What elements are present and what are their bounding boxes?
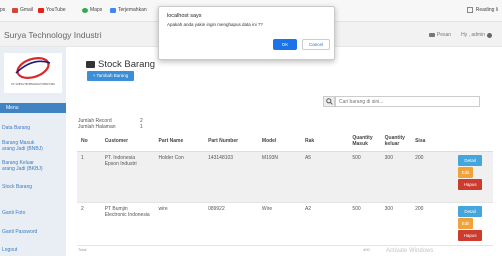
footer-total-value: 400 — [363, 247, 370, 252]
main-content: Stock Barang + Tambah Barang Jumlah Reco… — [66, 47, 502, 256]
col-customer: Customer — [100, 131, 155, 152]
sidebar: PT. SURYA TECHNOLOGY INDUSTRI Menu Data … — [0, 47, 66, 256]
sidebar-item-logout[interactable]: Logout — [0, 247, 66, 253]
detail-button[interactable]: Detail — [458, 205, 483, 217]
logo-text: PT. SURYA TECHNOLOGY INDUSTRI — [11, 83, 55, 86]
col-qty-out: Quantity keluar — [380, 131, 412, 152]
cell-qty-out: 300 — [380, 151, 412, 203]
gmail-icon — [12, 7, 18, 13]
cell-sisa: 200 — [411, 202, 455, 246]
bookmark-translate[interactable]: Terjemahkan — [110, 7, 147, 13]
page-title: Stock Barang — [86, 59, 155, 70]
col-sisa: Sisa — [411, 131, 455, 152]
brand-title[interactable]: Surya Technology Industri — [4, 30, 102, 40]
youtube-icon — [38, 7, 44, 13]
cell-qty-out: 300 — [380, 202, 412, 246]
sidebar-item-data-barang[interactable]: Data Barang — [0, 125, 66, 131]
bookmark-label: YouTube — [46, 7, 66, 13]
col-part-number: Part Number — [204, 131, 258, 152]
cell-part-number: 143148103 — [204, 151, 258, 203]
search-icon — [325, 98, 333, 105]
bookmark-apps[interactable]: ps — [0, 7, 5, 13]
col-part-name: Part Name — [154, 131, 205, 152]
sidebar-item-ganti-foto[interactable]: Ganti Foto — [0, 210, 66, 216]
user-menu[interactable]: Hy , admin — [461, 32, 492, 38]
messages-label: Pesan — [436, 32, 452, 38]
bookmark-gmail[interactable]: Gmail — [12, 7, 33, 13]
footer-total-label: Total — [78, 247, 87, 252]
page-count-value: 1 — [140, 123, 143, 130]
cell-actions: Detail Edit Hapus — [454, 202, 493, 246]
cell-part-name: wire — [154, 202, 205, 246]
bookmark-maps[interactable]: Maps — [82, 7, 102, 13]
cell-customer: PT. Indonesia Epson Industri — [100, 151, 155, 203]
col-actions — [454, 131, 493, 152]
bookmark-youtube[interactable]: YouTube — [38, 7, 66, 13]
sidebar-item-stock-barang[interactable]: Stock Barang — [0, 184, 66, 190]
add-item-button[interactable]: + Tambah Barang — [87, 71, 134, 81]
bookmark-label: Maps — [90, 7, 103, 13]
reading-list[interactable]: Reading li — [466, 7, 498, 13]
table-row: 1 PT. Indonesia Epson Industri Holder Co… — [77, 151, 493, 203]
stock-table: No Customer Part Name Part Number Model … — [77, 131, 493, 246]
dialog-message: Apakah anda yakin ingin menghapus data i… — [167, 22, 263, 27]
col-model: Model — [257, 131, 301, 152]
dialog-title: localhost says — [167, 13, 202, 19]
cell-part-number: 089922 — [204, 202, 258, 246]
cell-model: M193N — [257, 151, 301, 203]
cancel-button[interactable]: Cancel — [302, 39, 330, 50]
sidebar-item-barang-keluar-sub[interactable]: arang Jadi (BKBJ) — [0, 166, 66, 172]
user-greeting: Hy , admin — [461, 32, 485, 38]
mail-icon — [428, 33, 435, 37]
record-stats: Jumlah Record 2 Jumlah Halaman 1 — [78, 118, 143, 130]
cell-qty-in: 500 — [348, 202, 381, 246]
edit-button[interactable]: Edit — [458, 217, 474, 229]
table-row: 2 PT Bumjin Electronic Indonesia wire 08… — [77, 202, 493, 246]
reading-list-label: Reading li — [475, 7, 498, 13]
cell-qty-in: 500 — [348, 151, 381, 203]
edit-button[interactable]: Edit — [458, 166, 474, 178]
page-count-label: Jumlah Halaman — [78, 123, 116, 130]
cell-part-name: Holder Con — [154, 151, 205, 203]
menu-header: Menu — [0, 103, 66, 113]
logo-swoosh-icon — [15, 57, 51, 79]
translate-icon — [110, 7, 116, 13]
cell-sisa: 200 — [411, 151, 455, 203]
bookmark-label: ps — [0, 7, 6, 13]
col-qty-in: Quantity Masuk — [348, 131, 381, 152]
search-button[interactable] — [323, 96, 335, 107]
search-input[interactable] — [335, 96, 480, 107]
confirm-dialog: localhost says Apakah anda yakin ingin m… — [158, 6, 335, 60]
cell-model: Wire — [257, 202, 301, 246]
user-icon — [487, 32, 492, 38]
bookmark-label: Terjemahkan — [118, 7, 147, 13]
reading-list-icon — [466, 7, 473, 13]
cell-customer: PT Bumjin Electronic Indonesia — [100, 202, 155, 246]
box-icon — [86, 61, 95, 68]
cell-no: 2 — [77, 202, 101, 246]
activate-windows-watermark: Activate Windows — [386, 248, 434, 254]
bookmark-label: Gmail — [20, 7, 34, 13]
delete-button[interactable]: Hapus — [458, 229, 483, 241]
sidebar-item-barang-masuk-sub[interactable]: arang Jadi (BNBJ) — [0, 146, 66, 152]
detail-button[interactable]: Detail — [458, 154, 483, 166]
messages-link[interactable]: Pesan — [428, 32, 452, 38]
cell-rak: A2 — [300, 202, 349, 246]
company-logo: PT. SURYA TECHNOLOGY INDUSTRI — [4, 53, 62, 93]
ok-button[interactable]: OK — [273, 39, 297, 50]
maps-icon — [82, 7, 88, 13]
sidebar-item-ganti-password[interactable]: Ganti Password — [0, 229, 66, 235]
cell-rak: A5 — [300, 151, 349, 203]
table-header-row: No Customer Part Name Part Number Model … — [77, 131, 493, 152]
table-footer-partial: Total 400 — [78, 247, 370, 252]
cell-no: 1 — [77, 151, 101, 203]
delete-button[interactable]: Hapus — [458, 178, 483, 190]
col-rak: Rak — [300, 131, 349, 152]
page-title-text: Stock Barang — [98, 59, 156, 70]
col-no: No — [77, 131, 101, 152]
cell-actions: Detail Edit Hapus — [454, 151, 493, 203]
